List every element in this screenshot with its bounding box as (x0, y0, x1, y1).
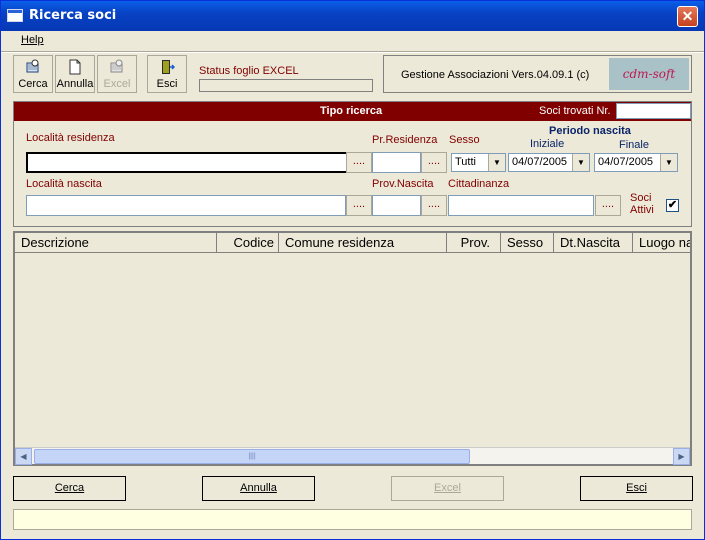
finale-label: Finale (619, 139, 649, 151)
menu-help[interactable]: Help (21, 34, 44, 46)
column-header-comune-residenza[interactable]: Comune residenza (279, 233, 447, 252)
blank-page-icon (69, 59, 81, 75)
toolbar-annulla-label: Annulla (56, 78, 94, 90)
localita-residenza-label: Località residenza (26, 132, 115, 144)
scrollbar-thumb[interactable]: |||| (34, 449, 470, 464)
soci-attivi-label-line1: Soci (630, 192, 652, 204)
toolbar-annulla-button[interactable]: Annulla (55, 55, 95, 93)
version-panel: Gestione Associazioni Vers.04.09.1 (c) c… (383, 55, 692, 93)
window-title: Ricerca soci (29, 8, 117, 23)
localita-nascita-input[interactable] (26, 195, 346, 216)
toolbar-excel-label: Excel (103, 78, 131, 90)
scroll-right-arrow-icon[interactable]: ▶ (673, 448, 690, 465)
column-header-luogo-nascita[interactable]: Luogo na (633, 233, 690, 252)
soci-attivi-checkbox[interactable]: ✔ (666, 199, 679, 212)
results-grid[interactable]: Descrizione Codice Comune residenza Prov… (13, 231, 692, 466)
menu-bar: Help (1, 31, 704, 51)
localita-nascita-lookup-button[interactable]: .... (346, 195, 372, 216)
soci-trovati-label: Soci trovati Nr. (539, 105, 611, 117)
chevron-down-icon: ▼ (660, 154, 677, 171)
window-app-icon (7, 9, 23, 22)
sesso-select[interactable]: Tutti ▼ (451, 153, 506, 172)
cittadinanza-label: Cittadinanza (448, 178, 510, 190)
title-bar: Ricerca soci ✕ (1, 1, 704, 31)
data-iniziale-picker[interactable]: 04/07/2005 ▼ (508, 153, 590, 172)
search-sheet-icon (26, 59, 39, 73)
version-text: Gestione Associazioni Vers.04.09.1 (c) (401, 69, 590, 81)
tipo-ricerca-title: Tipo ricerca (320, 105, 383, 117)
soci-attivi-label-line2: Attivi (630, 204, 654, 216)
localita-nascita-label: Località nascita (26, 178, 102, 190)
prov-nascita-lookup-button[interactable]: .... (421, 195, 447, 216)
toolbar-esci-label: Esci (156, 78, 178, 90)
prov-nascita-label: Prov.Nascita (372, 178, 434, 190)
grid-header: Descrizione Codice Comune residenza Prov… (15, 233, 690, 253)
esci-button[interactable]: Esci (580, 476, 693, 501)
column-header-prov[interactable]: Prov. (447, 233, 501, 252)
toolbar-cerca-button[interactable]: Cerca (13, 55, 53, 93)
column-header-descrizione[interactable]: Descrizione (15, 233, 217, 252)
scroll-left-arrow-icon[interactable]: ◀ (15, 448, 32, 465)
pr-residenza-label: Pr.Residenza (372, 134, 438, 146)
excel-button[interactable]: Excel (391, 476, 504, 501)
tipo-ricerca-header: Tipo ricerca Soci trovati Nr. (14, 102, 691, 121)
ricerca-soci-window: Ricerca soci ✕ Help Cerca Annulla Excel (0, 0, 705, 540)
iniziale-label: Iniziale (530, 138, 565, 150)
chevron-down-icon: ▼ (488, 154, 505, 171)
cittadinanza-input[interactable] (448, 195, 594, 216)
exit-door-icon (162, 60, 175, 74)
status-line (13, 509, 692, 530)
toolbar-separator (1, 51, 704, 53)
sesso-label: Sesso (449, 134, 480, 146)
column-header-sesso[interactable]: Sesso (501, 233, 554, 252)
status-foglio-excel-label: Status foglio EXCEL (199, 65, 299, 77)
periodo-nascita-label: Periodo nascita (549, 125, 631, 137)
pr-residenza-input[interactable] (372, 152, 421, 173)
horizontal-scrollbar[interactable]: ◀ |||| ▶ (15, 447, 690, 465)
localita-residenza-input[interactable] (26, 152, 356, 173)
soci-trovati-count (616, 103, 691, 119)
data-iniziale-value: 04/07/2005 (512, 156, 568, 168)
close-button[interactable]: ✕ (677, 6, 698, 27)
pr-residenza-lookup-button[interactable]: .... (421, 152, 447, 173)
cdm-soft-logo: cdm-soft (609, 58, 689, 90)
data-finale-value: 04/07/2005 (598, 156, 654, 168)
toolbar-excel-button[interactable]: Excel (97, 55, 137, 93)
toolbar-cerca-label: Cerca (18, 78, 48, 90)
search-panel: Tipo ricerca Soci trovati Nr. Località r… (13, 101, 692, 227)
data-finale-picker[interactable]: 04/07/2005 ▼ (594, 153, 678, 172)
prov-nascita-input[interactable] (372, 195, 421, 216)
cerca-button[interactable]: Cerca (13, 476, 126, 501)
excel-status-progress (199, 79, 373, 92)
localita-residenza-lookup-button[interactable]: .... (346, 152, 372, 173)
cittadinanza-lookup-button[interactable]: .... (595, 195, 621, 216)
excel-sheet-icon (110, 59, 123, 73)
column-header-codice[interactable]: Codice (217, 233, 279, 252)
annulla-button[interactable]: Annulla (202, 476, 315, 501)
sesso-value: Tutti (455, 156, 476, 168)
column-header-dt-nascita[interactable]: Dt.Nascita (554, 233, 633, 252)
toolbar-esci-button[interactable]: Esci (147, 55, 187, 93)
chevron-down-icon: ▼ (572, 154, 589, 171)
